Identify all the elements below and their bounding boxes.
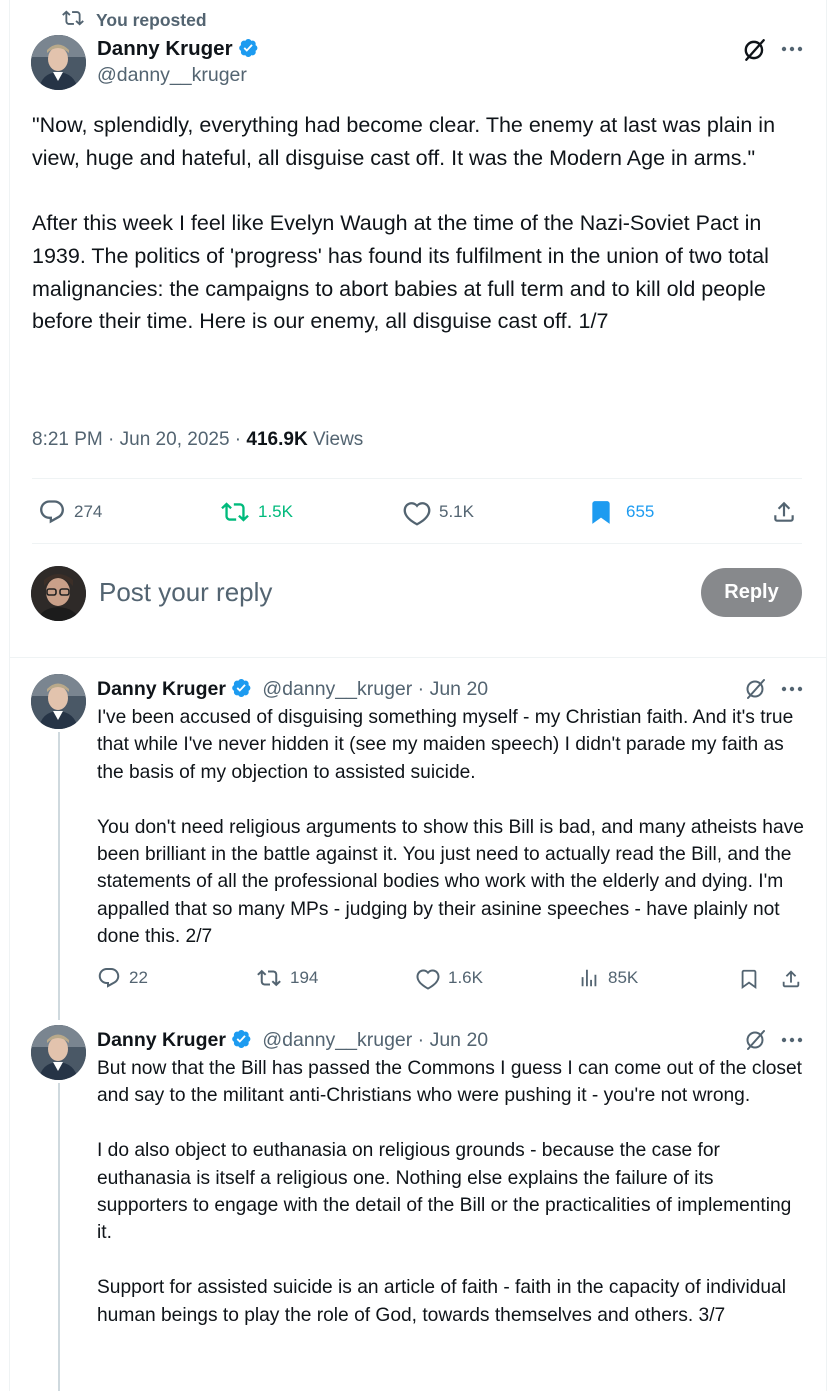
like-icon — [416, 966, 440, 990]
views-count: 85K — [608, 968, 639, 987]
share-icon[interactable] — [779, 966, 803, 992]
more-icon[interactable] — [779, 1029, 805, 1051]
reply-input[interactable]: Post your reply — [99, 577, 272, 608]
reply-author-avatar[interactable] — [31, 674, 86, 729]
reply-button[interactable]: Reply — [701, 568, 802, 617]
repost-label: You reposted — [96, 10, 207, 30]
reply-count: 274 — [74, 502, 103, 521]
grok-icon[interactable] — [743, 676, 769, 702]
reply-count: 22 — [129, 968, 148, 987]
repost-icon — [62, 7, 84, 34]
views-icon — [578, 966, 600, 990]
current-user-avatar[interactable] — [31, 566, 86, 621]
divider — [10, 657, 826, 658]
reply-action[interactable]: 274 — [38, 498, 102, 526]
divider — [32, 543, 802, 544]
reply-text: But now that the Bill has passed the Com… — [97, 1058, 802, 1326]
reply-header: Danny Kruger @danny__kruger · Jun 20 — [97, 676, 488, 702]
verified-badge-icon[interactable] — [230, 1028, 252, 1050]
author-name-row: Danny Kruger — [97, 36, 259, 62]
repost-action[interactable]: 194 — [256, 966, 318, 990]
like-icon — [403, 498, 431, 526]
reply-author-avatar[interactable] — [31, 1025, 86, 1080]
repost-count: 194 — [290, 968, 319, 987]
reply-header: Danny Kruger @danny__kruger · Jun 20 — [97, 1027, 488, 1053]
like-action[interactable]: 1.6K — [416, 966, 483, 990]
post-timestamp[interactable]: 8:21 PM · Jun 20, 2025 · — [32, 429, 246, 450]
author-name[interactable]: Danny Kruger — [97, 37, 233, 60]
author-avatar[interactable] — [31, 35, 86, 90]
views-label: Views — [307, 429, 364, 450]
bookmark-count: 655 — [626, 502, 655, 521]
repost-icon — [256, 966, 282, 990]
more-icon[interactable] — [779, 38, 805, 60]
like-action[interactable]: 5.1K — [403, 498, 474, 526]
grok-icon[interactable] — [741, 36, 769, 64]
like-count: 1.6K — [448, 968, 483, 987]
thread-line — [58, 732, 60, 1020]
divider — [32, 478, 802, 479]
verified-badge-icon[interactable] — [230, 677, 252, 699]
reply-handle-date[interactable]: @danny__kruger · Jun 20 — [262, 1029, 488, 1051]
repost-count: 1.5K — [258, 502, 293, 521]
views-count: 416.9K — [246, 429, 308, 450]
share-icon[interactable] — [770, 498, 798, 526]
like-count: 5.1K — [439, 502, 474, 521]
repost-action[interactable]: 1.5K — [220, 498, 293, 526]
reply-author-name[interactable]: Danny Kruger — [97, 678, 226, 700]
more-icon[interactable] — [779, 678, 805, 700]
grok-icon[interactable] — [743, 1027, 769, 1053]
verified-badge-icon[interactable] — [237, 37, 259, 59]
reply-text: I've been accused of disguising somethin… — [97, 707, 804, 948]
post-meta: 8:21 PM · Jun 20, 2025 · 416.9K Views — [32, 429, 363, 451]
repost-header: You reposted — [62, 7, 207, 34]
bookmark-action[interactable]: 655 — [588, 498, 654, 526]
reply-author-name[interactable]: Danny Kruger — [97, 1029, 226, 1051]
reply-icon — [38, 498, 66, 526]
bookmark-icon — [588, 498, 614, 526]
thread-line — [58, 1083, 60, 1391]
author-handle[interactable]: @danny__kruger — [97, 64, 247, 87]
bookmark-icon[interactable] — [737, 966, 761, 992]
reply-handle-date[interactable]: @danny__kruger · Jun 20 — [262, 678, 488, 700]
post-text: "Now, splendidly, everything had become … — [32, 113, 776, 334]
views-action[interactable]: 85K — [578, 966, 638, 990]
repost-icon — [220, 498, 250, 526]
reply-action[interactable]: 22 — [97, 966, 148, 990]
reply-icon — [97, 966, 121, 990]
